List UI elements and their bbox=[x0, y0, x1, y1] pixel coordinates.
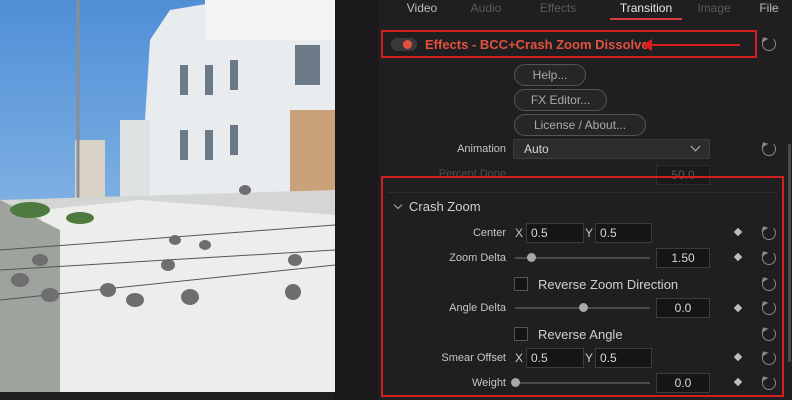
reverse-angle-reset-icon[interactable] bbox=[762, 327, 776, 341]
section-divider bbox=[388, 192, 778, 193]
crash-zoom-section-title: Crash Zoom bbox=[409, 199, 481, 214]
help-button[interactable]: Help... bbox=[514, 64, 586, 86]
smear-offset-y-label: Y bbox=[585, 351, 594, 365]
tab-audio[interactable]: Audio bbox=[466, 0, 506, 20]
zoom-delta-field[interactable]: 1.50 bbox=[656, 248, 710, 268]
smear-offset-y-field[interactable]: 0.5 bbox=[595, 348, 652, 368]
angle-delta-label: Angle Delta bbox=[449, 302, 506, 314]
annotation-arrow bbox=[642, 39, 740, 51]
tab-effects[interactable]: Effects bbox=[506, 0, 610, 20]
effect-title: Effects - BCC+Crash Zoom Dissolve bbox=[425, 37, 649, 52]
video-preview bbox=[0, 0, 335, 392]
panel-gap bbox=[335, 0, 378, 400]
weight-field[interactable]: 0.0 bbox=[656, 373, 710, 393]
preview-image bbox=[0, 0, 335, 392]
center-x-field[interactable]: 0.5 bbox=[526, 223, 584, 243]
animation-value: Auto bbox=[524, 142, 549, 156]
smear-offset-x-field[interactable]: 0.5 bbox=[526, 348, 584, 368]
weight-reset-icon[interactable] bbox=[762, 376, 776, 390]
reverse-zoom-reset-icon[interactable] bbox=[762, 277, 776, 291]
license-about-button[interactable]: License / About... bbox=[514, 114, 646, 136]
weight-slider[interactable] bbox=[515, 382, 650, 384]
center-reset-icon[interactable] bbox=[762, 226, 776, 240]
effect-enable-toggle[interactable] bbox=[391, 38, 417, 51]
center-y-field[interactable]: 0.5 bbox=[595, 223, 652, 243]
tab-image[interactable]: Image bbox=[682, 0, 746, 20]
zoom-delta-reset-icon[interactable] bbox=[762, 251, 776, 265]
animation-label: Animation bbox=[457, 143, 506, 155]
reverse-zoom-checkbox[interactable] bbox=[514, 277, 528, 291]
tab-transition[interactable]: Transition bbox=[610, 0, 682, 20]
center-y-label: Y bbox=[585, 226, 594, 240]
panel-scrollbar[interactable] bbox=[788, 144, 791, 362]
tab-video[interactable]: Video bbox=[378, 0, 466, 20]
smear-offset-label: Smear Offset bbox=[441, 352, 506, 364]
chevron-down-icon bbox=[690, 141, 701, 152]
center-x-label: X bbox=[515, 226, 524, 240]
smear-offset-x-label: X bbox=[515, 351, 524, 365]
tab-file[interactable]: File bbox=[746, 0, 792, 20]
angle-delta-field[interactable]: 0.0 bbox=[656, 298, 710, 318]
fx-editor-button[interactable]: FX Editor... bbox=[514, 89, 607, 111]
inspector-tabs: Video Audio Effects Transition Image Fil… bbox=[378, 0, 792, 20]
angle-delta-reset-icon[interactable] bbox=[762, 301, 776, 315]
angle-delta-slider-knob[interactable] bbox=[578, 303, 588, 312]
center-label: Center bbox=[472, 227, 506, 239]
zoom-delta-label: Zoom Delta bbox=[449, 252, 506, 264]
reset-icon[interactable] bbox=[762, 37, 776, 51]
smear-offset-reset-icon[interactable] bbox=[762, 351, 776, 365]
animation-dropdown[interactable]: Auto bbox=[513, 139, 710, 159]
reverse-angle-checkbox[interactable] bbox=[514, 327, 528, 341]
reverse-zoom-label: Reverse Zoom Direction bbox=[538, 277, 679, 292]
weight-label: Weight bbox=[471, 377, 506, 389]
animation-reset-icon[interactable] bbox=[762, 142, 776, 156]
inspector-panel: Video Audio Effects Transition Image Fil… bbox=[378, 0, 792, 400]
reverse-angle-label: Reverse Angle bbox=[538, 327, 623, 342]
weight-slider-knob[interactable] bbox=[511, 378, 520, 387]
